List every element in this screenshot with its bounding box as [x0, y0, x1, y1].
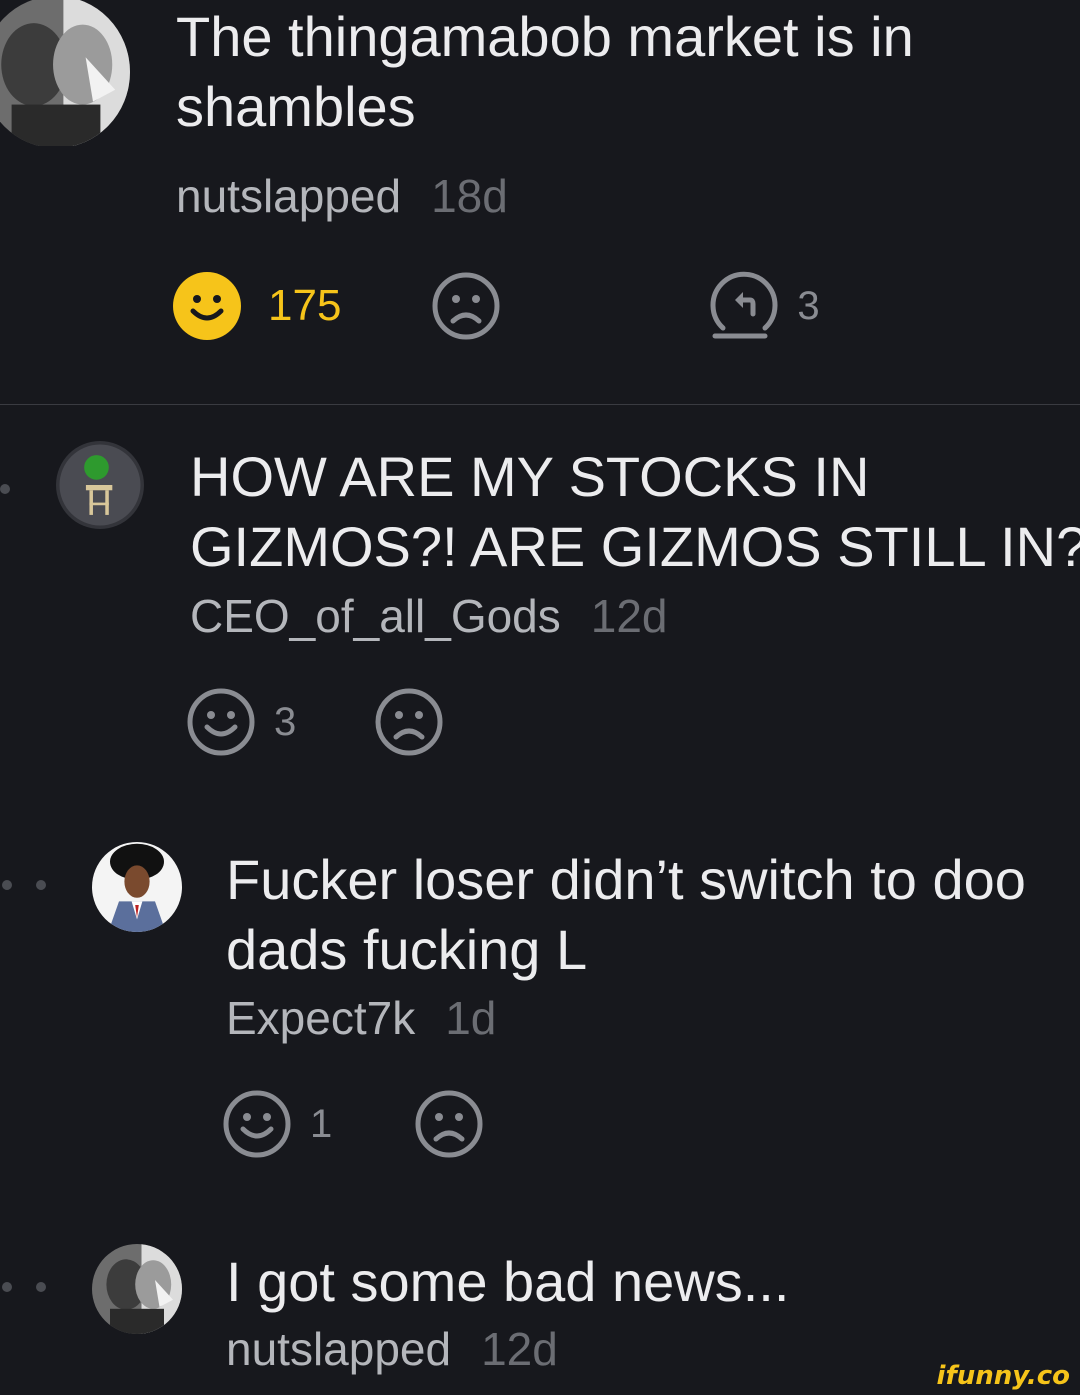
- comment-text-line: GIZMOS?! ARE GIZMOS STILL IN?!: [190, 515, 1080, 578]
- smile-button[interactable]: 175: [172, 271, 341, 341]
- avatar[interactable]: [92, 842, 182, 932]
- avatar[interactable]: [92, 1244, 182, 1334]
- reply-icon: [710, 271, 778, 339]
- avatar[interactable]: [56, 441, 144, 529]
- comment-age: 12d: [590, 590, 668, 642]
- comment-text-line: I got some bad news...: [226, 1250, 790, 1313]
- smile-icon: [223, 1090, 291, 1158]
- comment-age: 18d: [431, 170, 508, 222]
- reply-count: 3: [797, 283, 820, 328]
- comment-text-line: The thingamabob market is in: [176, 5, 914, 68]
- comment-author[interactable]: Expect7k: [226, 992, 415, 1044]
- smile-count: 3: [274, 699, 297, 744]
- thread-indicator: [36, 1282, 46, 1292]
- comment-author[interactable]: nutslapped: [226, 1323, 451, 1375]
- comment-text-line: HOW ARE MY STOCKS IN: [190, 445, 870, 508]
- comment-text-line: shambles: [176, 75, 416, 138]
- frown-button[interactable]: [431, 271, 501, 341]
- frown-icon: [432, 272, 500, 340]
- thread-indicator: [0, 484, 10, 494]
- avatar[interactable]: [0, 0, 130, 148]
- smile-count: 1: [310, 1101, 333, 1146]
- divider: [0, 404, 1080, 405]
- smile-icon: [173, 272, 241, 340]
- thread-indicator: [2, 880, 12, 890]
- frown-button[interactable]: [374, 687, 444, 757]
- comment-text-line: dads fucking L: [226, 918, 588, 981]
- smile-button[interactable]: 1: [222, 1089, 332, 1159]
- reply-button[interactable]: 3: [709, 270, 820, 342]
- comment-author[interactable]: CEO_of_all_Gods: [190, 590, 561, 642]
- thread-indicator: [36, 880, 46, 890]
- thread-indicator: [2, 1282, 12, 1292]
- comment-author[interactable]: nutslapped: [176, 170, 401, 222]
- frown-button[interactable]: [414, 1089, 484, 1159]
- frown-icon: [415, 1090, 483, 1158]
- smile-icon: [187, 688, 255, 756]
- comments-page: The thingamabob market is in shambles nu…: [0, 0, 1080, 1395]
- frown-icon: [375, 688, 443, 756]
- comment-age: 12d: [481, 1323, 558, 1375]
- comment-age: 1d: [445, 992, 497, 1044]
- watermark: ifunny.co: [936, 1361, 1070, 1391]
- comment-text-line: Fucker loser didn’t switch to doo: [226, 848, 1026, 911]
- smile-count: 175: [268, 281, 342, 330]
- smile-button[interactable]: 3: [186, 687, 296, 757]
